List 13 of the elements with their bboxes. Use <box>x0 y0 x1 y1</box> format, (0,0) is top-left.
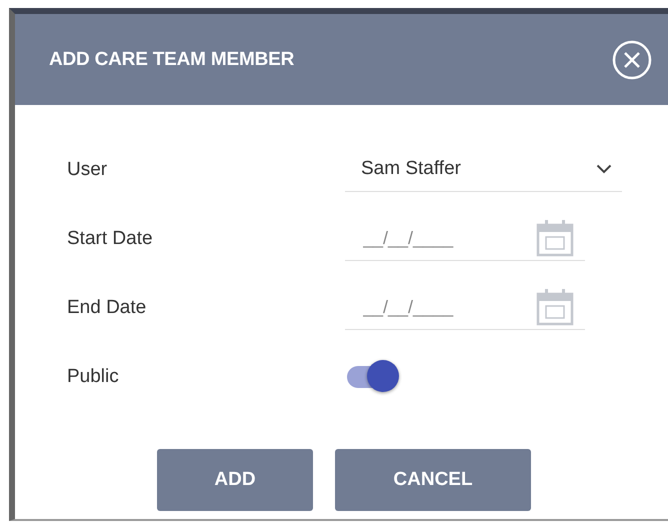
date-field[interactable]: __/__/____ <box>361 296 495 318</box>
cancel-button[interactable]: CANCEL <box>335 449 531 511</box>
dialog-title: ADD CARE TEAM MEMBER <box>49 48 294 70</box>
field-label: User <box>67 158 108 180</box>
chevron-down-icon <box>596 164 612 174</box>
user-select[interactable]: Sam Staffer <box>345 148 622 192</box>
date-field[interactable]: __/__/____ <box>361 226 495 250</box>
add-button[interactable]: ADD <box>157 449 313 511</box>
field-label: Public <box>67 366 120 388</box>
field-label: End Date <box>67 296 148 318</box>
field-label: Start Date <box>67 228 154 250</box>
close-button[interactable] <box>612 40 652 80</box>
close-icon <box>612 40 652 80</box>
